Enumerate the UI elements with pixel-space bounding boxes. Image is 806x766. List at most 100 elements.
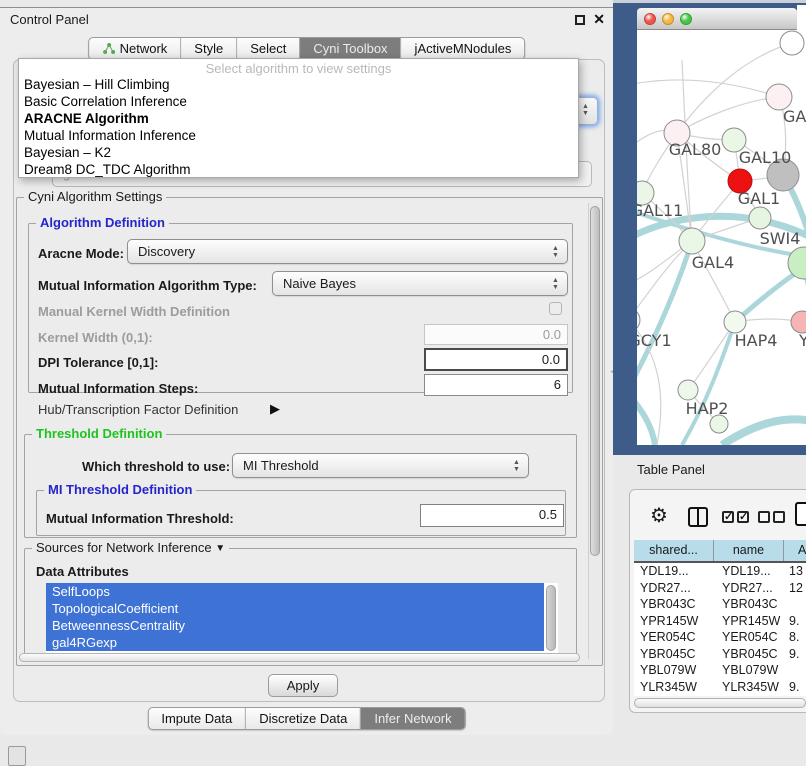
mi-threshold-field[interactable]: 0.5	[420, 504, 564, 527]
table-row[interactable]: YBR045CYBR045C9.	[634, 646, 806, 663]
table-row[interactable]: YDL19...YDL19...13	[634, 563, 806, 580]
table-cell: YPR145W	[714, 613, 784, 630]
table-body: YDL19...YDL19...13YDR27...YDR27...12YBR0…	[634, 563, 806, 696]
algorithm-option-aracne-algorithm[interactable]: ARACNE Algorithm	[19, 110, 578, 127]
minimized-panel-icon[interactable]	[8, 746, 26, 766]
table-row[interactable]: YBR043CYBR043C	[634, 596, 806, 613]
close-window-icon[interactable]	[644, 13, 656, 25]
combo-stepper-icon: ▲▼	[581, 103, 590, 117]
tab-cyni-toolbox[interactable]: Cyni Toolbox	[299, 38, 400, 59]
table-row[interactable]: YER054CYER054C8.	[634, 629, 806, 646]
mi-algorithm-type-label: Mutual Information Algorithm Type:	[38, 278, 257, 293]
column-header-name[interactable]: name	[714, 540, 784, 561]
sources-title-wrap: Sources for Network Inference ▼	[32, 541, 229, 557]
node-GCY1[interactable]	[637, 308, 640, 332]
node-SWI4[interactable]	[749, 207, 771, 229]
split-columns-icon[interactable]	[688, 507, 708, 527]
tab-infer-network[interactable]: Infer Network	[360, 708, 464, 729]
node-right-pink[interactable]	[791, 311, 806, 333]
settings-scrollbar-thumb[interactable]	[590, 206, 600, 556]
document-icon[interactable]	[795, 502, 806, 526]
tab-label: Cyni Toolbox	[313, 38, 387, 59]
table-row[interactable]: YLR345WYLR345W9.	[634, 679, 806, 696]
data-attribute-item[interactable]: TopologicalCoefficient	[46, 600, 544, 617]
kernel-width-label: Kernel Width (0,1):	[38, 330, 153, 345]
node-label-hap2: HAP2	[686, 399, 729, 418]
collapse-down-icon[interactable]: ▼	[215, 543, 225, 554]
apply-button[interactable]: Apply	[268, 674, 338, 697]
tab-impute-data[interactable]: Impute Data	[148, 708, 245, 729]
node-unlabeled-top[interactable]	[780, 31, 804, 55]
which-threshold-value: MI Threshold	[243, 458, 319, 473]
table-cell: YIL052C	[634, 695, 714, 696]
mi-steps-field[interactable]: 6	[424, 374, 568, 396]
tab-jactivemnodules[interactable]: jActiveMNodules	[401, 38, 525, 59]
tab-style[interactable]: Style	[180, 38, 236, 59]
algorithm-option-basic-correlation-inference[interactable]: Basic Correlation Inference	[19, 93, 578, 110]
node-label-swi4: SWI4	[760, 229, 801, 248]
mi-threshold-label: Mutual Information Threshold:	[46, 511, 234, 526]
combo-stepper-icon: ▲▼	[551, 277, 560, 291]
desktop-background	[797, 5, 806, 31]
table-row[interactable]: YBL079WYBL079W	[634, 662, 806, 679]
unchecked-checkbox-icon	[758, 511, 770, 523]
data-attributes-label: Data Attributes	[36, 564, 129, 579]
aracne-mode-combobox[interactable]: Discovery ▲▼	[127, 239, 568, 264]
select-all-columns-icon[interactable]	[722, 511, 752, 526]
algorithm-option-bayesian-k2[interactable]: Bayesian – K2	[19, 144, 578, 161]
data-attribute-item[interactable]: gal4RGexp	[46, 634, 544, 651]
tab-network[interactable]: Network	[89, 38, 181, 59]
column-header-a[interactable]: A	[784, 540, 806, 561]
tab-discretize-data[interactable]: Discretize Data	[245, 708, 360, 729]
node-label-gal4: GAL4	[692, 253, 734, 272]
kernel-width-field[interactable]: 0.0	[424, 324, 568, 345]
network-view-canvas[interactable]: GALGAL80GAL10GAL1GAL11SWI4GAL4GCY1HAP4YH…	[637, 30, 806, 445]
algorithm-option-mutual-information-inference[interactable]: Mutual Information Inference	[19, 127, 578, 144]
table-cell: YBR045C	[714, 646, 784, 663]
node-label-gal11: GAL11	[637, 201, 683, 220]
dpi-tolerance-field[interactable]: 0.0	[424, 348, 568, 371]
settings-hscrollbar[interactable]	[19, 653, 582, 664]
unchecked-checkbox-icon	[773, 511, 785, 523]
node-label-gal: GAL	[783, 107, 806, 126]
data-attributes-list[interactable]: SelfLoopsTopologicalCoefficientBetweenne…	[46, 583, 558, 653]
data-attribute-item[interactable]: SelfLoops	[46, 583, 544, 600]
manual-kernel-width-label: Manual Kernel Width Definition	[38, 304, 230, 319]
tab-label: Style	[194, 38, 223, 59]
expand-right-icon[interactable]: ▶	[270, 401, 280, 417]
checked-checkbox-icon	[722, 511, 734, 523]
table-cell: 9.	[784, 695, 806, 696]
minimize-window-icon[interactable]	[662, 13, 674, 25]
node-GAL4[interactable]	[679, 228, 705, 254]
algorithm-dropdown-placeholder: Select algorithm to view settings	[19, 61, 578, 76]
node-HAP4[interactable]	[724, 311, 746, 333]
network-window-titlebar[interactable]	[637, 8, 797, 30]
float-panel-icon[interactable]	[575, 15, 585, 25]
which-threshold-combobox[interactable]: MI Threshold ▲▼	[232, 453, 529, 478]
algorithm-option-bayesian-hill-climbing[interactable]: Bayesian – Hill Climbing	[19, 76, 578, 93]
table-cell: 9.	[784, 613, 806, 630]
settings-scrollbar[interactable]	[588, 203, 601, 659]
mi-algorithm-type-combobox[interactable]: Naive Bayes ▲▼	[272, 271, 568, 296]
close-icon[interactable]: ✕	[593, 11, 605, 28]
table-hscrollbar[interactable]	[634, 698, 806, 708]
aracne-mode-label: Aracne Mode:	[38, 246, 124, 261]
gear-icon[interactable]: ⚙	[650, 503, 668, 528]
manual-kernel-width-checkbox[interactable]	[549, 302, 562, 315]
tab-select[interactable]: Select	[236, 38, 299, 59]
deselect-all-columns-icon[interactable]	[758, 511, 788, 526]
control-panel-titlebar: Control Panel	[0, 8, 613, 31]
algorithm-option-dream8-dc-tdc-algorithm[interactable]: Dream8 DC_TDC Algorithm	[19, 161, 578, 178]
attributes-scrollbar-thumb[interactable]	[546, 585, 556, 651]
settings-hscrollbar-thumb[interactable]	[19, 653, 580, 662]
table-row[interactable]: YPR145WYPR145W9.	[634, 613, 806, 630]
algorithm-dropdown-items: Bayesian – Hill ClimbingBasic Correlatio…	[19, 76, 578, 178]
zoom-window-icon[interactable]	[680, 13, 692, 25]
table-row[interactable]: YDR27...YDR27...12	[634, 580, 806, 597]
hub-definition-label: Hub/Transcription Factor Definition	[38, 402, 238, 417]
table-row[interactable]: YIL052CYIL052C9.	[634, 695, 806, 696]
tab-label: Impute Data	[161, 708, 232, 729]
node-HAP2[interactable]	[678, 380, 698, 400]
data-attribute-item[interactable]: BetweennessCentrality	[46, 617, 544, 634]
column-header-shared-[interactable]: shared...	[634, 540, 714, 561]
